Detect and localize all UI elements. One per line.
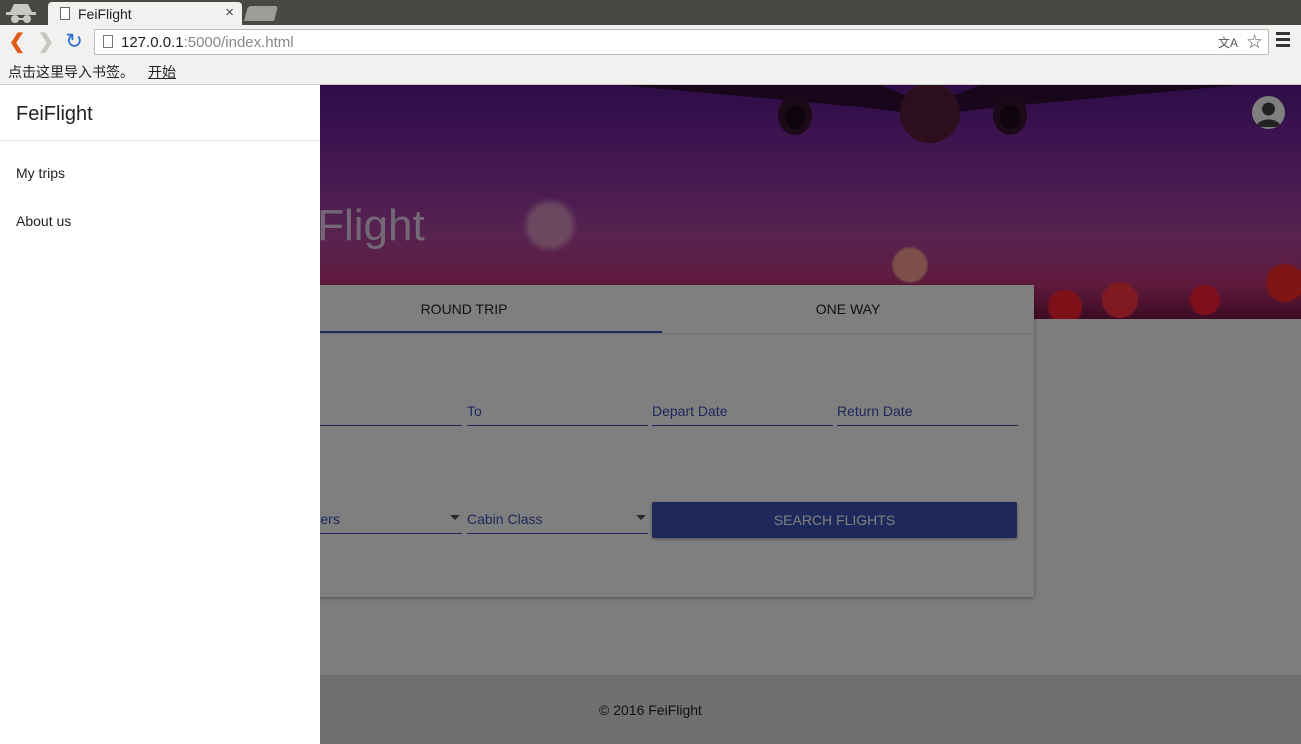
drawer-item-my-trips[interactable]: My trips: [16, 165, 65, 181]
drawer-title: FeiFlight: [16, 103, 93, 125]
bookmarks-bar: 点击这里导入书签。 开始: [0, 59, 1301, 85]
page-icon: [103, 35, 113, 48]
browser-tabstrip: FeiFlight ×: [0, 0, 1301, 25]
translate-icon[interactable]: 文A: [1218, 34, 1238, 51]
page: FeiFlight ROUND TRIP ONE WAY To Depart D…: [0, 85, 1301, 744]
close-tab-icon[interactable]: ×: [225, 4, 234, 21]
bookmarks-start-link[interactable]: 开始: [148, 62, 176, 82]
new-tab-button[interactable]: [243, 6, 279, 21]
back-icon[interactable]: ❮: [6, 31, 28, 53]
nav-drawer: FeiFlight My trips About us: [0, 85, 320, 744]
browser-menu-icon[interactable]: [1276, 32, 1290, 52]
browser-toolbar: ❮ ❯ ↻ 127.0.0.1:5000/index.html 文A ☆: [0, 25, 1301, 59]
tab-title: FeiFlight: [78, 6, 132, 22]
page-icon: [60, 7, 70, 20]
incognito-icon: [6, 4, 36, 23]
address-bar[interactable]: 127.0.0.1:5000/index.html 文A ☆: [94, 29, 1269, 55]
reload-icon[interactable]: ↻: [63, 31, 85, 53]
bookmarks-hint: 点击这里导入书签。: [8, 64, 134, 80]
drawer-item-about-us[interactable]: About us: [16, 213, 71, 229]
url-path: :5000/index.html: [183, 34, 294, 51]
browser-tab[interactable]: FeiFlight ×: [48, 2, 242, 25]
url-text: 127.0.0.1:5000/index.html: [121, 34, 294, 51]
url-host: 127.0.0.1: [121, 34, 184, 51]
drawer-divider: [0, 140, 320, 141]
forward-icon[interactable]: ❯: [35, 31, 57, 53]
bookmark-star-icon[interactable]: ☆: [1246, 31, 1263, 54]
